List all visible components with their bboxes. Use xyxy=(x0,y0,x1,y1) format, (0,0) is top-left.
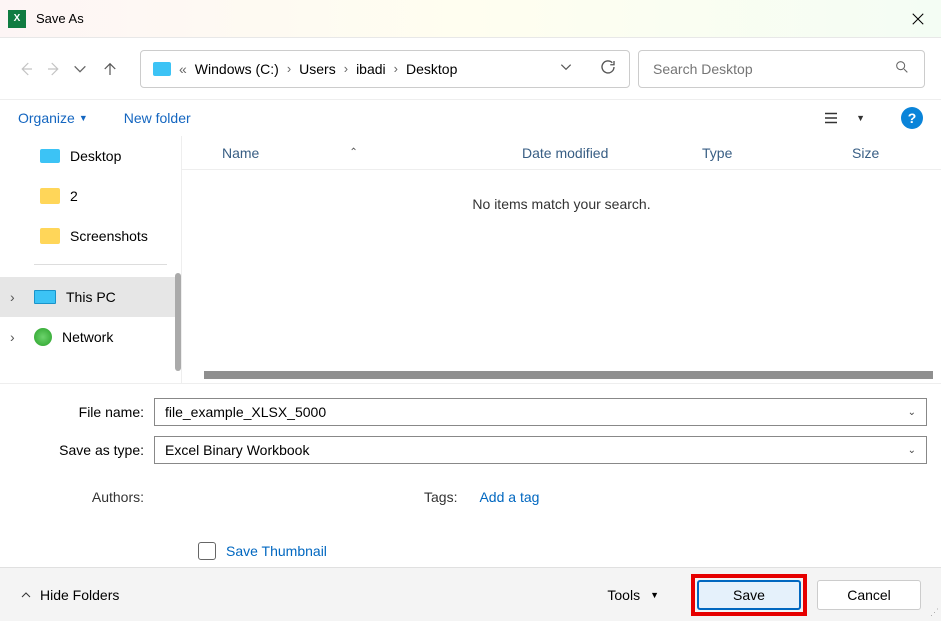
filename-input[interactable]: file_example_XLSX_5000 ⌄ xyxy=(154,398,927,426)
nav-back-button[interactable] xyxy=(16,59,36,79)
arrow-left-icon xyxy=(17,60,35,78)
search-input[interactable] xyxy=(653,61,894,77)
sidebar-item-desktop[interactable]: Desktop xyxy=(0,136,181,176)
save-form: File name: file_example_XLSX_5000 ⌄ Save… xyxy=(0,384,941,568)
main-area: Desktop 2 Screenshots › This PC › Networ… xyxy=(0,136,941,384)
horizontal-scrollbar[interactable] xyxy=(204,371,933,379)
folder-icon xyxy=(40,188,60,204)
window-title: Save As xyxy=(36,11,84,26)
tags-label: Tags: xyxy=(424,489,467,505)
chevron-right-icon[interactable]: › xyxy=(10,329,24,345)
resize-grip[interactable]: ⋰ xyxy=(927,607,939,619)
hide-folders-button[interactable]: Hide Folders xyxy=(20,587,119,603)
empty-message: No items match your search. xyxy=(182,170,941,238)
sidebar-item-folder[interactable]: 2 xyxy=(0,176,181,216)
cancel-button[interactable]: Cancel xyxy=(817,580,921,610)
nav-recent-button[interactable] xyxy=(72,59,88,79)
sidebar-scrollbar[interactable] xyxy=(175,273,181,371)
pc-icon xyxy=(34,290,56,304)
titlebar: X Save As xyxy=(0,0,941,38)
column-header-date[interactable]: Date modified xyxy=(522,145,702,161)
sidebar-divider xyxy=(34,264,167,265)
arrow-right-icon xyxy=(45,60,63,78)
column-headers: Name ⌃ Date modified Type Size xyxy=(182,136,941,170)
view-options-button[interactable]: ▼ xyxy=(822,109,865,127)
breadcrumb-item[interactable]: Users xyxy=(299,61,336,77)
column-header-size[interactable]: Size xyxy=(852,145,912,161)
save-button[interactable]: Save xyxy=(697,580,801,610)
save-thumbnail-label[interactable]: Save Thumbnail xyxy=(226,543,327,559)
sidebar-item-label: Network xyxy=(62,329,113,345)
savetype-dropdown[interactable]: Excel Binary Workbook ⌄ xyxy=(154,436,927,464)
sidebar-item-label: Screenshots xyxy=(70,228,148,244)
sidebar-item-network[interactable]: › Network xyxy=(0,317,181,357)
search-box[interactable] xyxy=(638,50,925,88)
tools-dropdown[interactable]: Tools ▼ xyxy=(607,587,659,603)
breadcrumb-item[interactable]: Windows (C:) xyxy=(195,61,279,77)
organize-button[interactable]: Organize ▼ xyxy=(18,110,88,126)
sidebar: Desktop 2 Screenshots › This PC › Networ… xyxy=(0,136,182,383)
sidebar-item-folder[interactable]: Screenshots xyxy=(0,216,181,256)
excel-app-icon: X xyxy=(8,10,26,28)
chevron-right-icon: › xyxy=(287,61,291,76)
chevron-down-icon xyxy=(72,60,88,78)
list-icon xyxy=(822,109,840,127)
chevron-right-icon[interactable]: › xyxy=(10,289,24,305)
add-tag-link[interactable]: Add a tag xyxy=(479,489,539,505)
drive-icon xyxy=(153,62,171,76)
nav-bar: « Windows (C:) › Users › ibadi › Desktop xyxy=(0,38,941,100)
breadcrumb-dropdown-button[interactable] xyxy=(559,60,573,77)
chevron-up-icon xyxy=(20,589,32,601)
column-header-type[interactable]: Type xyxy=(702,145,852,161)
nav-forward-button[interactable] xyxy=(44,59,64,79)
breadcrumb[interactable]: « Windows (C:) › Users › ibadi › Desktop xyxy=(140,50,630,88)
chevron-down-icon[interactable]: ⌄ xyxy=(908,407,916,418)
column-header-name[interactable]: Name ⌃ xyxy=(222,145,522,161)
save-thumbnail-checkbox[interactable] xyxy=(198,542,216,560)
breadcrumb-item[interactable]: ibadi xyxy=(356,61,386,77)
authors-label: Authors: xyxy=(14,489,154,505)
sidebar-item-label: This PC xyxy=(66,289,116,305)
chevron-right-icon: › xyxy=(344,61,348,76)
folder-icon xyxy=(40,228,60,244)
close-icon xyxy=(911,12,925,26)
refresh-button[interactable] xyxy=(599,58,617,79)
new-folder-button[interactable]: New folder xyxy=(124,110,191,126)
save-button-highlight: Save xyxy=(691,574,807,616)
close-button[interactable] xyxy=(895,0,941,38)
savetype-label: Save as type: xyxy=(14,442,154,458)
help-button[interactable]: ? xyxy=(901,107,923,129)
footer: Hide Folders Tools ▼ Save Cancel ⋰ xyxy=(0,567,941,621)
breadcrumb-overflow[interactable]: « xyxy=(179,61,187,77)
network-icon xyxy=(34,328,52,346)
breadcrumb-item[interactable]: Desktop xyxy=(406,61,457,77)
sidebar-item-label: Desktop xyxy=(70,148,121,164)
refresh-icon xyxy=(599,58,617,76)
chevron-down-icon xyxy=(559,60,573,74)
sidebar-item-this-pc[interactable]: › This PC xyxy=(0,277,181,317)
sort-indicator-icon: ⌃ xyxy=(349,147,357,158)
chevron-right-icon: › xyxy=(394,61,398,76)
file-list: Name ⌃ Date modified Type Size No items … xyxy=(182,136,941,383)
nav-up-button[interactable] xyxy=(100,59,120,79)
chevron-down-icon[interactable]: ⌄ xyxy=(908,445,916,456)
toolbar: Organize ▼ New folder ▼ ? xyxy=(0,100,941,136)
authors-input[interactable] xyxy=(154,484,304,510)
search-icon xyxy=(894,59,910,78)
sidebar-item-label: 2 xyxy=(70,188,78,204)
desktop-icon xyxy=(40,149,60,163)
filename-label: File name: xyxy=(14,404,154,420)
arrow-up-icon xyxy=(101,60,119,78)
